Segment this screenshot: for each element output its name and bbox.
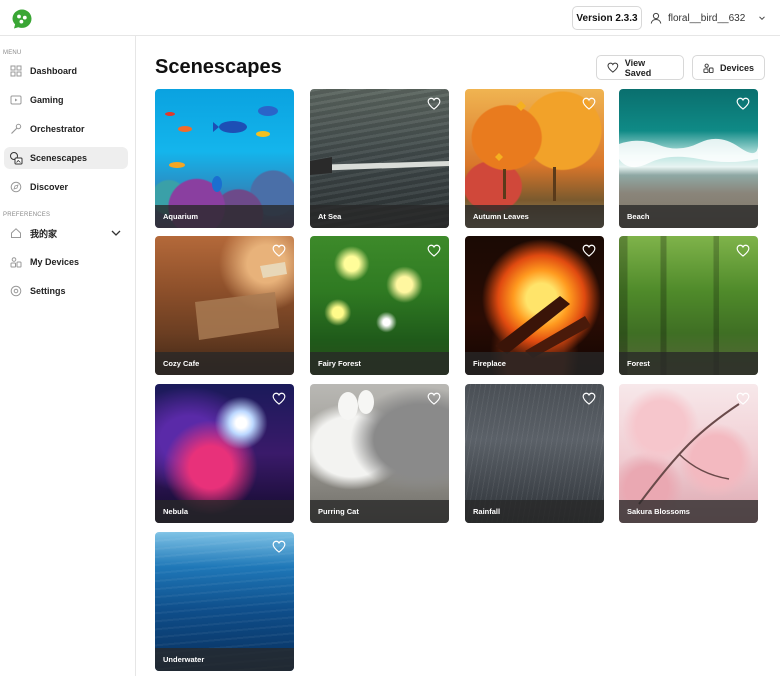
sidebar-item-home[interactable]: 我的家 [4, 222, 128, 244]
orchestrator-icon [9, 122, 23, 136]
discover-icon [9, 180, 23, 194]
scene-label-bar: Nebula [155, 500, 294, 523]
scene-card-nebula[interactable]: Nebula [155, 384, 294, 523]
scene-card-at-sea[interactable]: At Sea [310, 89, 449, 228]
scene-card-fairy-forest[interactable]: Fairy Forest [310, 236, 449, 375]
heart-icon[interactable] [582, 97, 596, 110]
chevron-down-icon[interactable] [110, 227, 122, 241]
scene-label-bar: Rainfall [465, 500, 604, 523]
preferences-section-label: PREFERENCES [3, 212, 51, 218]
user-menu[interactable]: floral__bird__632 [650, 8, 767, 28]
scene-label: At Sea [318, 212, 342, 221]
sidebar-item-label: My Devices [30, 257, 80, 267]
scene-label: Fireplace [473, 359, 506, 368]
heart-icon [607, 62, 619, 73]
home-icon [9, 226, 23, 240]
devices-label: Devices [719, 62, 754, 73]
sidebar-item-dashboard[interactable]: Dashboard [4, 60, 128, 82]
scene-label: Fairy Forest [318, 359, 361, 368]
scene-label-bar: Fairy Forest [310, 352, 449, 375]
sidebar-item-label: 我的家 [30, 228, 58, 239]
scene-card-sakura-blossoms[interactable]: Sakura Blossoms [619, 384, 758, 523]
view-saved-button[interactable]: View Saved [596, 55, 684, 80]
page-title: Scenescapes [155, 56, 282, 78]
heart-icon[interactable] [272, 392, 286, 405]
view-saved-label: View Saved [624, 57, 652, 78]
dashboard-icon [9, 64, 23, 78]
sidebar-item-label: Scenescapes [30, 153, 88, 163]
heart-icon[interactable] [272, 244, 286, 257]
devices-icon [703, 63, 714, 73]
scene-card-beach[interactable]: Beach [619, 89, 758, 228]
sidebar-item-label: Gaming [30, 95, 64, 105]
scene-label-bar: Autumn Leaves [465, 205, 604, 228]
scene-card-autumn-leaves[interactable]: Autumn Leaves [465, 89, 604, 228]
scene-label-bar: Aquarium [155, 205, 294, 228]
sidebar-item-orchestrator[interactable]: Orchestrator [4, 118, 128, 140]
username-label: floral__bird__632 [668, 12, 746, 24]
app-logo-icon[interactable] [11, 8, 33, 30]
scene-label: Beach [627, 212, 650, 221]
heart-icon[interactable] [272, 540, 286, 553]
scene-label: Purring Cat [318, 507, 359, 516]
heart-icon[interactable] [736, 97, 750, 110]
scene-card-cozy-cafe[interactable]: Cozy Cafe [155, 236, 294, 375]
sidebar-item-label: Discover [30, 182, 69, 192]
scene-label: Nebula [163, 507, 189, 516]
sidebar: MENU Dashboard Gaming Orchestrator Scene… [0, 36, 136, 676]
scene-label-bar: Forest [619, 352, 758, 375]
scene-label: Rainfall [473, 507, 501, 516]
sidebar-item-label: Orchestrator [30, 124, 85, 134]
heart-icon[interactable] [582, 244, 596, 257]
heart-icon[interactable] [736, 244, 750, 257]
scene-label: Underwater [163, 655, 205, 664]
heart-icon[interactable] [582, 392, 596, 405]
heart-icon[interactable] [736, 392, 750, 405]
sidebar-item-scenescapes[interactable]: Scenescapes [4, 147, 128, 169]
scene-label: Sakura Blossoms [627, 507, 690, 516]
sidebar-item-discover[interactable]: Discover [4, 176, 128, 198]
sidebar-item-label: Settings [30, 286, 66, 296]
settings-icon [9, 284, 23, 298]
heart-icon[interactable] [427, 244, 441, 257]
scene-label-bar: Underwater [155, 648, 294, 671]
scene-card-aquarium[interactable]: Aquarium [155, 89, 294, 228]
heart-icon[interactable] [427, 392, 441, 405]
scene-card-forest[interactable]: Forest [619, 236, 758, 375]
scene-label-bar: Fireplace [465, 352, 604, 375]
scene-label: Autumn Leaves [473, 212, 529, 221]
scene-label-bar: At Sea [310, 205, 449, 228]
sidebar-item-settings[interactable]: Settings [4, 280, 128, 302]
sidebar-item-label: Dashboard [30, 66, 78, 76]
devices-button[interactable]: Devices [692, 55, 765, 80]
scene-label-bar: Cozy Cafe [155, 352, 294, 375]
version-badge[interactable]: Version 2.3.3 [572, 6, 642, 30]
top-bar: Version 2.3.3 floral__bird__632 [0, 0, 780, 36]
devices-icon [9, 255, 23, 269]
sidebar-item-gaming[interactable]: Gaming [4, 89, 128, 111]
heart-icon[interactable] [427, 97, 441, 110]
scene-label-bar: Beach [619, 205, 758, 228]
sidebar-item-my-devices[interactable]: My Devices [4, 251, 128, 273]
scene-card-fireplace[interactable]: Fireplace [465, 236, 604, 375]
scene-card-underwater[interactable]: Underwater [155, 532, 294, 671]
scene-label: Forest [627, 359, 650, 368]
gaming-icon [9, 93, 23, 107]
scene-label: Cozy Cafe [163, 359, 200, 368]
chevron-down-icon [759, 16, 766, 21]
scenescapes-icon [9, 151, 23, 165]
scene-label-bar: Purring Cat [310, 500, 449, 523]
user-icon [650, 12, 662, 24]
scene-card-rainfall[interactable]: Rainfall [465, 384, 604, 523]
scene-card-purring-cat[interactable]: Purring Cat [310, 384, 449, 523]
menu-section-label: MENU [3, 50, 22, 56]
scene-label-bar: Sakura Blossoms [619, 500, 758, 523]
scene-label: Aquarium [163, 212, 199, 221]
